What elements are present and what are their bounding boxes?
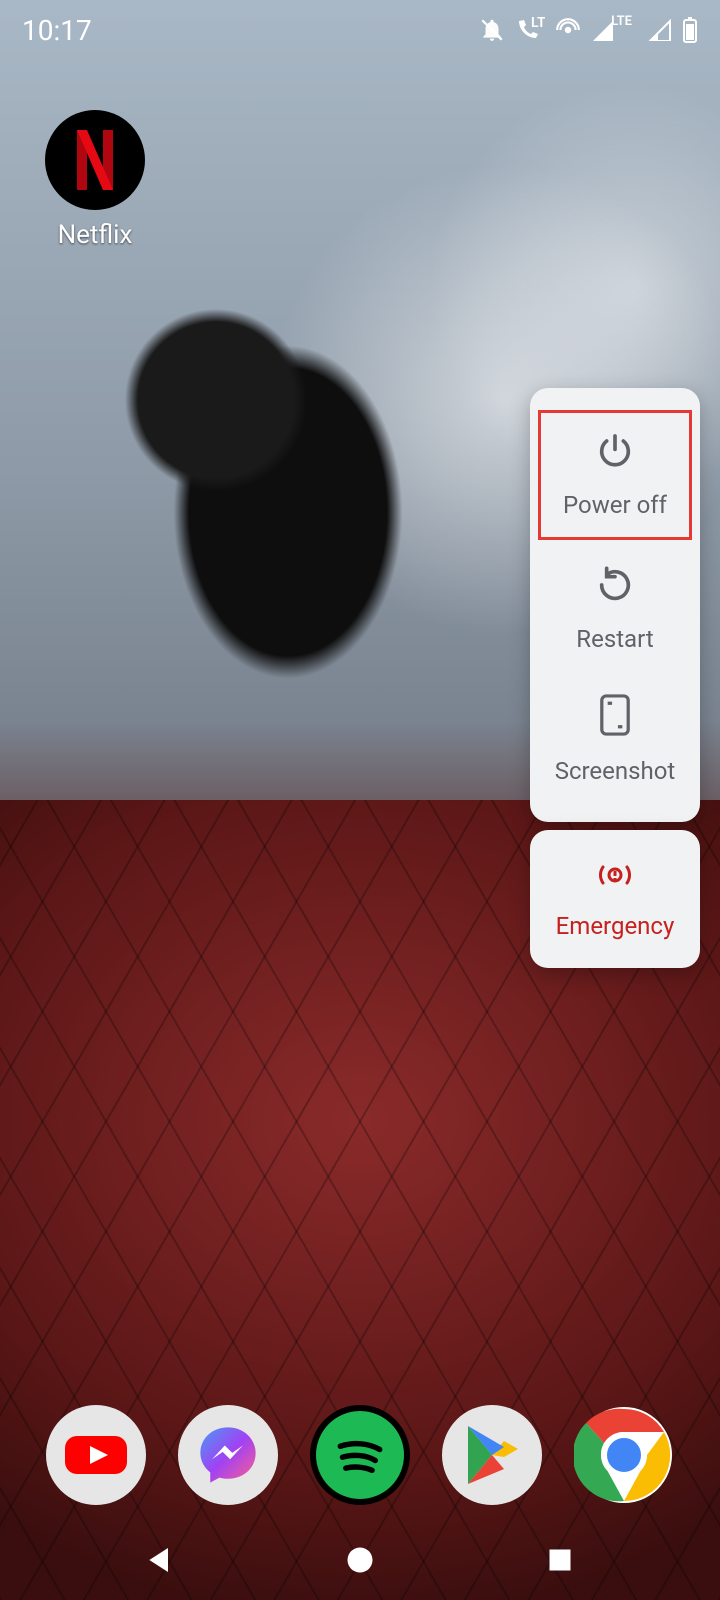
signal-lte-icon: LTE [591, 19, 638, 41]
power-menu: Power off Restart Screenshot [530, 388, 700, 968]
status-bar: 10:17 LTE LTE [0, 0, 720, 60]
app-messenger[interactable] [178, 1405, 278, 1505]
netflix-icon [45, 110, 145, 210]
emergency-icon [591, 858, 639, 898]
screenshot-button[interactable]: Screenshot [530, 674, 700, 804]
dock [0, 1405, 720, 1505]
status-icons: LTE LTE [479, 17, 698, 43]
android-home-screen: 10:17 LTE LTE [0, 0, 720, 1600]
restart-button[interactable]: Restart [530, 544, 700, 674]
app-play-store[interactable] [442, 1405, 542, 1505]
emergency-card: Emergency [530, 830, 700, 968]
emergency-label: Emergency [556, 912, 675, 940]
navigation-bar [0, 1520, 720, 1600]
power-menu-card: Power off Restart Screenshot [530, 388, 700, 822]
app-label-netflix: Netflix [58, 220, 133, 250]
wifi-calling-icon: LTE [515, 17, 545, 43]
nav-recents-button[interactable] [530, 1530, 590, 1590]
battery-icon [682, 17, 698, 43]
power-off-button[interactable]: Power off [538, 410, 692, 540]
power-icon [595, 431, 635, 477]
svg-text:LTE: LTE [531, 17, 545, 31]
restart-icon [595, 565, 635, 611]
restart-label: Restart [576, 625, 653, 653]
app-youtube[interactable] [46, 1405, 146, 1505]
screenshot-icon [597, 693, 633, 743]
app-netflix[interactable]: Netflix [30, 110, 160, 250]
signal-icon [648, 19, 672, 41]
nav-back-button[interactable] [130, 1530, 190, 1590]
dnd-off-icon [479, 17, 505, 43]
power-off-label: Power off [563, 491, 667, 519]
emergency-button[interactable]: Emergency [530, 840, 700, 958]
app-spotify[interactable] [310, 1405, 410, 1505]
hotspot-icon [555, 17, 581, 43]
nav-home-button[interactable] [330, 1530, 390, 1590]
app-chrome[interactable] [574, 1405, 674, 1505]
signal-lte-label: LTE [611, 14, 632, 29]
screenshot-label: Screenshot [555, 757, 676, 785]
status-time: 10:17 [22, 14, 92, 47]
